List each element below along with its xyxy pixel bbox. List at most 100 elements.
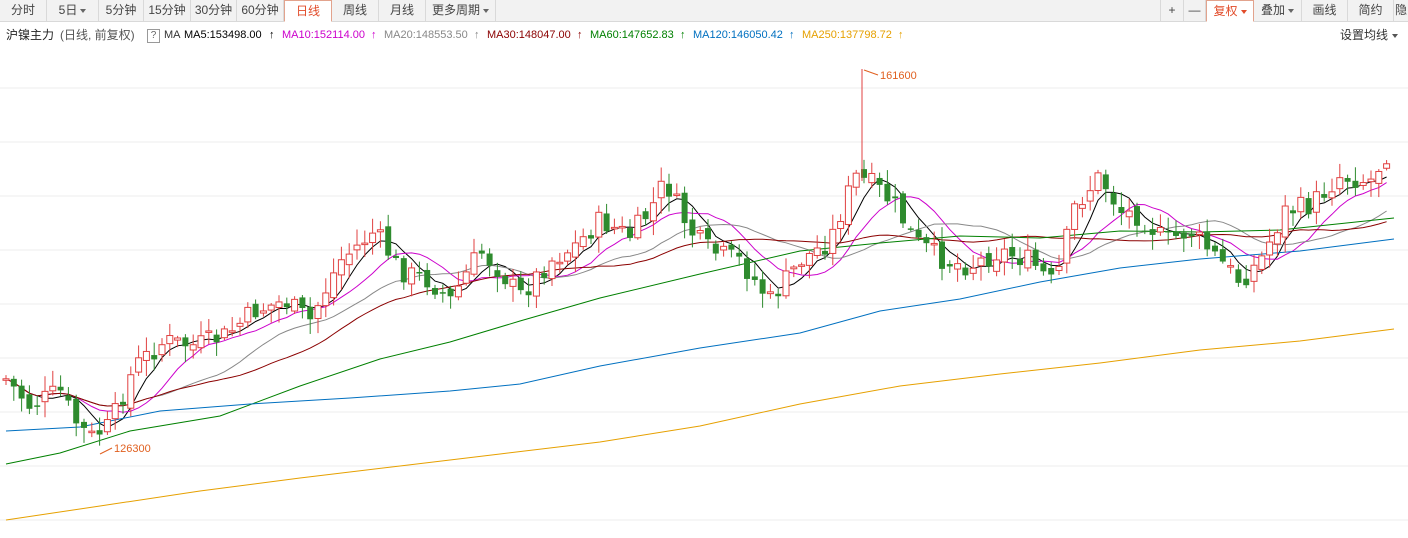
candle-body xyxy=(634,214,642,239)
tab-daily[interactable]: 日线 xyxy=(284,0,332,22)
candle-body xyxy=(610,226,618,230)
tab-weekly[interactable]: 周线 xyxy=(332,0,379,21)
candle-body xyxy=(73,398,80,424)
candle xyxy=(1235,264,1242,287)
candle-body xyxy=(892,196,899,199)
candle xyxy=(642,208,649,226)
candle-body xyxy=(1086,190,1094,202)
candle xyxy=(330,258,338,306)
candle-body xyxy=(1383,163,1391,169)
candle-body xyxy=(337,259,345,276)
high-price-label: 161600 xyxy=(880,70,917,82)
candle xyxy=(1032,242,1039,271)
candle-body xyxy=(1110,192,1117,205)
tab-30min[interactable]: 30分钟 xyxy=(191,0,237,21)
tab-5day[interactable]: 5日 xyxy=(47,0,99,21)
ma-legend-bar: 沪镍主力 (日线, 前复权) ? MA MA5:153498.00 ↑ MA10… xyxy=(0,24,1408,46)
candle-body xyxy=(681,192,688,224)
candle xyxy=(18,379,25,412)
candle-body xyxy=(985,253,992,267)
tab-15min[interactable]: 15分钟 xyxy=(144,0,191,21)
candle-body xyxy=(1235,269,1242,283)
tab-more-periods[interactable]: 更多周期 xyxy=(426,0,496,21)
candle-body xyxy=(1219,249,1226,262)
candle xyxy=(712,240,719,261)
candle xyxy=(1118,192,1125,226)
candle xyxy=(1078,196,1086,218)
simple-mode-button[interactable]: 简约 xyxy=(1348,0,1394,21)
tab-timeshare[interactable]: 分时 xyxy=(0,0,47,21)
tab-60min[interactable]: 60分钟 xyxy=(237,0,284,21)
tab-5min[interactable]: 5分钟 xyxy=(99,0,144,21)
candle-body xyxy=(1281,205,1289,238)
tab-monthly[interactable]: 月线 xyxy=(379,0,426,21)
candle xyxy=(1321,182,1328,202)
overlay-button[interactable]: 叠加 xyxy=(1254,0,1302,21)
help-icon[interactable]: ? xyxy=(147,29,160,43)
candle xyxy=(1141,224,1148,235)
ma120-value: MA120:146050.42 xyxy=(693,29,783,41)
candle-body xyxy=(930,242,938,246)
candle-body xyxy=(627,228,633,238)
candle xyxy=(322,278,330,318)
candle-body xyxy=(618,225,626,229)
candle xyxy=(939,227,945,281)
candle xyxy=(189,334,197,359)
candle xyxy=(790,265,798,278)
candle-body xyxy=(642,211,649,220)
ma250-value: MA250:137798.72 xyxy=(802,29,892,41)
candle xyxy=(135,345,143,376)
candle-body xyxy=(588,235,594,239)
candle xyxy=(478,243,485,259)
candle-body xyxy=(782,270,790,297)
candle-body xyxy=(603,213,610,232)
candle xyxy=(1344,174,1351,195)
candle-body xyxy=(361,242,369,246)
candle-body xyxy=(454,285,462,298)
candle-body xyxy=(571,242,579,258)
candle-body xyxy=(595,211,603,238)
candle-body xyxy=(1017,258,1023,266)
candle-body xyxy=(1273,232,1281,245)
zoom-in-button[interactable]: + xyxy=(1160,0,1184,21)
candle xyxy=(720,242,728,257)
candle xyxy=(805,251,813,279)
candle xyxy=(852,169,860,196)
candle-body xyxy=(111,403,119,420)
candle xyxy=(525,278,532,308)
candle xyxy=(705,219,711,249)
candle-body xyxy=(213,334,220,343)
candle-body xyxy=(307,306,314,320)
candle xyxy=(900,191,906,228)
candle xyxy=(1173,220,1179,240)
candle xyxy=(1297,187,1305,219)
candle xyxy=(1359,174,1367,190)
hide-button[interactable]: 隐 xyxy=(1394,0,1408,21)
candle-body xyxy=(182,337,189,347)
candle-body xyxy=(432,288,438,295)
candle-body xyxy=(345,253,353,266)
ma10-arrow-icon: ↑ xyxy=(371,29,377,41)
candle xyxy=(259,303,267,317)
candle-body xyxy=(977,257,985,267)
candle-body xyxy=(1118,207,1125,214)
adjust-button[interactable]: 复权 xyxy=(1206,0,1254,22)
candle-body xyxy=(369,232,377,244)
candle-body xyxy=(1312,191,1320,213)
candle-body xyxy=(744,258,750,279)
candle-body xyxy=(1328,191,1336,199)
draw-line-button[interactable]: 画线 xyxy=(1302,0,1348,21)
candle-body xyxy=(158,344,166,356)
candle-body xyxy=(393,255,399,259)
candle xyxy=(447,285,454,309)
candle xyxy=(353,229,361,260)
candle-body xyxy=(1290,210,1296,214)
zoom-out-button[interactable]: — xyxy=(1184,0,1206,21)
candle xyxy=(946,260,953,274)
candle xyxy=(813,235,821,259)
candle-body xyxy=(236,322,244,327)
candle xyxy=(81,418,87,443)
ma-settings-button[interactable]: 设置均线 xyxy=(1340,24,1398,46)
kline-chart[interactable]: 161600 126300 xyxy=(0,46,1408,538)
candle-body xyxy=(969,267,977,274)
